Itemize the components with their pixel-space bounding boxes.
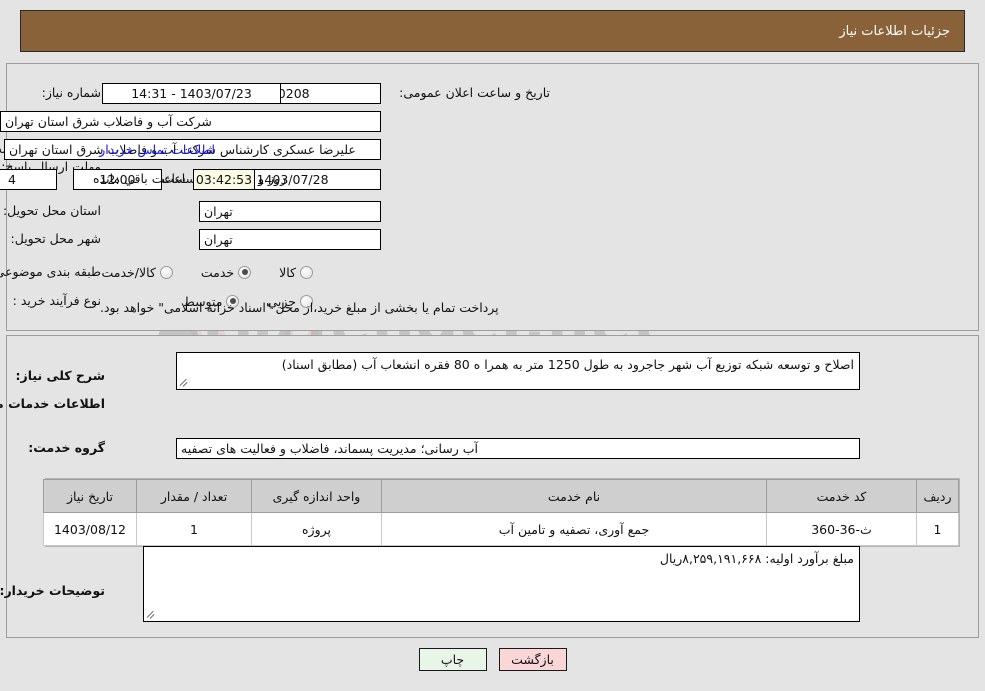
page-title-text: جزئیات اطلاعات نیاز xyxy=(839,23,950,39)
cell-quantity: 1 xyxy=(136,512,252,546)
field-service-group: آب رسانی؛ مدیریت پسماند، فاضلاب و فعالیت… xyxy=(176,437,860,459)
radio-icon-khedmat[interactable] xyxy=(238,265,252,279)
resize-grip-icon-notes[interactable] xyxy=(146,609,158,621)
delivery-city-label: شهر محل تحویل: xyxy=(10,231,101,247)
field-description-label: شرح کلی نیاز: xyxy=(16,365,105,387)
deadline-countdown-label-wrap: ساعت باقي مانده xyxy=(93,168,186,190)
cell-code: ث-36-360 xyxy=(766,512,917,546)
page-title: جزئیات اطلاعات نیاز xyxy=(20,10,965,52)
field-buyer-org: شرکت آب و فاضلاب شرق استان تهران xyxy=(0,110,381,132)
service-group-value[interactable]: آب رسانی؛ مدیریت پسماند، فاضلاب و فعالیت… xyxy=(176,437,860,459)
buyer-notes-label: توضیحات خریدار: xyxy=(0,583,105,599)
col-name: نام خدمت xyxy=(381,479,767,513)
buyer-contact-link-wrap: اطلاعات تماس خریدار xyxy=(99,138,215,160)
field-deadline-days: 4 xyxy=(0,168,57,190)
radio-label-kala-khedmat: کالا/خدمت xyxy=(101,264,156,280)
buyer-contact-link[interactable]: اطلاعات تماس خریدار xyxy=(99,142,215,157)
deadline-countdown-label: ساعت باقي مانده xyxy=(93,171,186,187)
purchase-process-label: نوع فرآیند خرید : xyxy=(12,293,101,309)
radio-option-kala-khedmat[interactable]: کالا/خدمت xyxy=(101,264,173,280)
delivery-province-value[interactable]: تهران xyxy=(199,200,381,222)
footer-button-bar: بازگشت چاپ xyxy=(0,648,985,671)
col-unit: واحد اندازه گیری xyxy=(251,479,382,513)
field-city-label: شهر محل تحویل: xyxy=(11,228,101,250)
radio-label-kala: کالا xyxy=(279,264,296,280)
public-announce-label: تاریخ و ساعت اعلان عمومی: xyxy=(399,85,550,101)
purchase-process-note-wrap: پرداخت تمام یا بخشی از مبلغ خرید،از محل … xyxy=(100,297,499,319)
services-table: ردیف کد خدمت نام خدمت واحد اندازه گیری ت… xyxy=(43,479,959,546)
field-province-label: استان محل تحویل: xyxy=(3,200,101,222)
radio-icon-kala[interactable] xyxy=(300,265,313,279)
services-table-wrap: ردیف کد خدمت نام خدمت واحد اندازه گیری ت… xyxy=(43,478,960,547)
deadline-days-value[interactable]: 4 xyxy=(0,168,57,190)
deadline-days-label-wrap: روز و xyxy=(258,168,286,190)
field-service-group-label: گروه خدمت: xyxy=(28,437,105,459)
cell-name: جمع آوری، تصفیه و تامین آب xyxy=(381,512,767,546)
delivery-province-label: استان محل تحویل: xyxy=(2,203,101,219)
field-need-number-label: شماره نیاز: xyxy=(42,82,101,104)
cell-unit: پروژه xyxy=(251,512,382,546)
col-radif: ردیف xyxy=(916,479,959,513)
radio-icon-kala-khedmat[interactable] xyxy=(159,265,173,279)
public-announce-label-wrap: تاریخ و ساعت اعلان عمومی: xyxy=(399,82,550,104)
page-root: AriaTender.net جزئیات اطلاعات نیاز شماره… xyxy=(0,0,985,691)
description-value: اصلاح و توسعه شبکه توزیع آب شهر جاجرود ب… xyxy=(281,357,854,372)
cell-radif: 1 xyxy=(916,512,959,546)
field-purchase-process-label: نوع فرآیند خرید : xyxy=(13,290,101,312)
buyer-org-value[interactable]: شرکت آب و فاضلاب شرق استان تهران xyxy=(0,110,381,132)
radio-option-kala[interactable]: کالا xyxy=(279,265,313,280)
description-label: شرح کلی نیاز: xyxy=(15,368,105,384)
radio-option-khedmat[interactable]: خدمت xyxy=(200,264,252,280)
services-section-title: اطلاعات خدمات مورد نیاز xyxy=(0,396,105,411)
description-textarea[interactable]: اصلاح و توسعه شبکه توزیع آب شهر جاجرود ب… xyxy=(176,352,860,390)
need-number-label: شماره نیاز: xyxy=(41,85,101,101)
col-code: کد خدمت xyxy=(766,479,917,513)
print-button[interactable]: چاپ xyxy=(418,648,487,671)
cell-need-date: 1403/08/12 xyxy=(43,512,137,546)
col-need-date: تاریخ نیاز xyxy=(43,479,137,513)
col-quantity: تعداد / مقدار xyxy=(136,479,252,513)
subject-category-radios: کالا خدمت کالا/خدمت xyxy=(79,261,313,283)
service-group-label: گروه خدمت: xyxy=(28,440,105,456)
field-public-announce: 1403/07/23 - 14:31 xyxy=(102,82,281,104)
table-row: 1 ث-36-360 جمع آوری، تصفیه و تامین آب پر… xyxy=(43,512,959,546)
back-button[interactable]: بازگشت xyxy=(498,648,567,671)
buyer-notes-textarea[interactable]: مبلغ برآورد اولیه: ۸,۲۵۹,۱۹۱,۶۶۸ریال xyxy=(143,546,860,622)
buyer-notes-value: مبلغ برآورد اولیه: ۸,۲۵۹,۱۹۱,۶۶۸ریال xyxy=(659,551,854,566)
table-header-row: ردیف کد خدمت نام خدمت واحد اندازه گیری ت… xyxy=(43,479,959,513)
delivery-city-value[interactable]: تهران xyxy=(199,228,381,250)
field-deadline-countdown: 03:42:53 xyxy=(193,168,255,190)
public-announce-value[interactable]: 1403/07/23 - 14:31 xyxy=(102,82,281,104)
deadline-days-label: روز و xyxy=(258,171,287,187)
field-province: تهران xyxy=(199,200,381,222)
purchase-process-note: پرداخت تمام یا بخشی از مبلغ خرید،از محل … xyxy=(100,300,499,316)
deadline-countdown-value: 03:42:53 xyxy=(193,168,255,190)
field-city: تهران xyxy=(199,228,381,250)
resize-grip-icon[interactable] xyxy=(179,377,191,389)
radio-label-khedmat: خدمت xyxy=(200,264,235,280)
field-buyer-notes-label: توضیحات خریدار: xyxy=(0,580,105,602)
